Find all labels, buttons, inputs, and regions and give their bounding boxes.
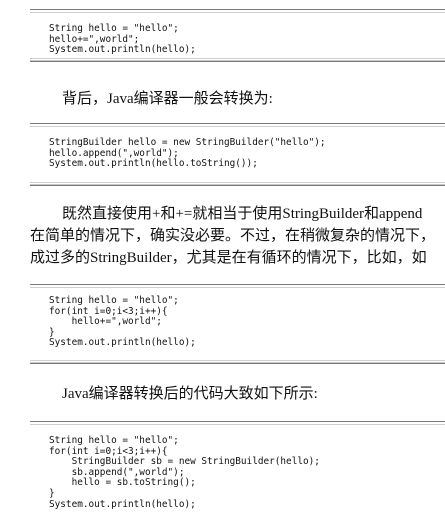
code-block-loop-concat: String hello = "hello"; for(int i=0;i<3;…: [30, 284, 445, 364]
code-line: StringBuilder sb = new StringBuilder(hel…: [49, 456, 320, 468]
paragraph-intro-conversion: 背后，Java编译器一般会转换为:: [62, 88, 273, 110]
paragraph-explanation: 既然直接使用+和+=就相当于使用StringBuilder和append 在简单…: [30, 203, 435, 269]
code-line: System.out.println(hello);: [49, 44, 196, 56]
code-listing: String hello = "hello"; for(int i=0;i<3;…: [30, 422, 445, 510]
paragraph-line: Java编译器转换后的代码大致如下所示:: [62, 386, 318, 402]
document-page: String hello = "hello"; hello+=",world";…: [0, 0, 445, 521]
code-line: System.out.println(hello);: [49, 498, 196, 510]
code-block-compiled-loop: String hello = "hello"; for(int i=0;i<3;…: [30, 421, 445, 521]
code-listing: String hello = "hello"; hello+=",world";…: [30, 10, 445, 56]
code-line: for(int i=0;i<3;i++){: [49, 305, 168, 317]
code-line: hello+=",world";: [49, 33, 140, 45]
code-listing: StringBuilder hello = new StringBuilder(…: [30, 124, 445, 170]
code-line: String hello = "hello";: [49, 435, 179, 446]
paragraph-compiled-result: Java编译器转换后的代码大致如下所示:: [62, 383, 318, 405]
code-line: System.out.println(hello.toString());: [49, 158, 258, 170]
paragraph-line: 在简单的情况下，确实没必要。不过，在稍微复杂的情况下，: [30, 228, 436, 244]
code-line: hello = sb.toString();: [49, 477, 196, 489]
code-listing: String hello = "hello"; for(int i=0;i<3;…: [30, 285, 445, 349]
paragraph-line: 背后，Java编译器一般会转换为:: [62, 91, 273, 107]
code-block-stringbuilder: StringBuilder hello = new StringBuilder(…: [30, 123, 445, 186]
code-line: sb.append(",world");: [49, 466, 185, 478]
paragraph-line: 成过多的StringBuilder，尤其是在有循环的情况下，比如，如: [30, 250, 427, 266]
code-line: String hello = "hello";: [49, 23, 179, 34]
code-line: StringBuilder hello = new StringBuilder(…: [49, 137, 326, 148]
code-line: for(int i=0;i<3;i++){: [49, 445, 168, 457]
code-line: }: [49, 326, 55, 338]
code-line: System.out.println(hello);: [49, 337, 196, 349]
code-line: hello.append(",world");: [49, 147, 179, 159]
code-line: }: [49, 487, 55, 499]
paragraph-line: 既然直接使用+和+=就相当于使用StringBuilder和append: [62, 206, 423, 222]
code-line: String hello = "hello";: [49, 295, 179, 306]
code-block-string-concat: String hello = "hello"; hello+=",world";…: [30, 9, 445, 62]
code-line: hello+=",world";: [49, 316, 162, 328]
